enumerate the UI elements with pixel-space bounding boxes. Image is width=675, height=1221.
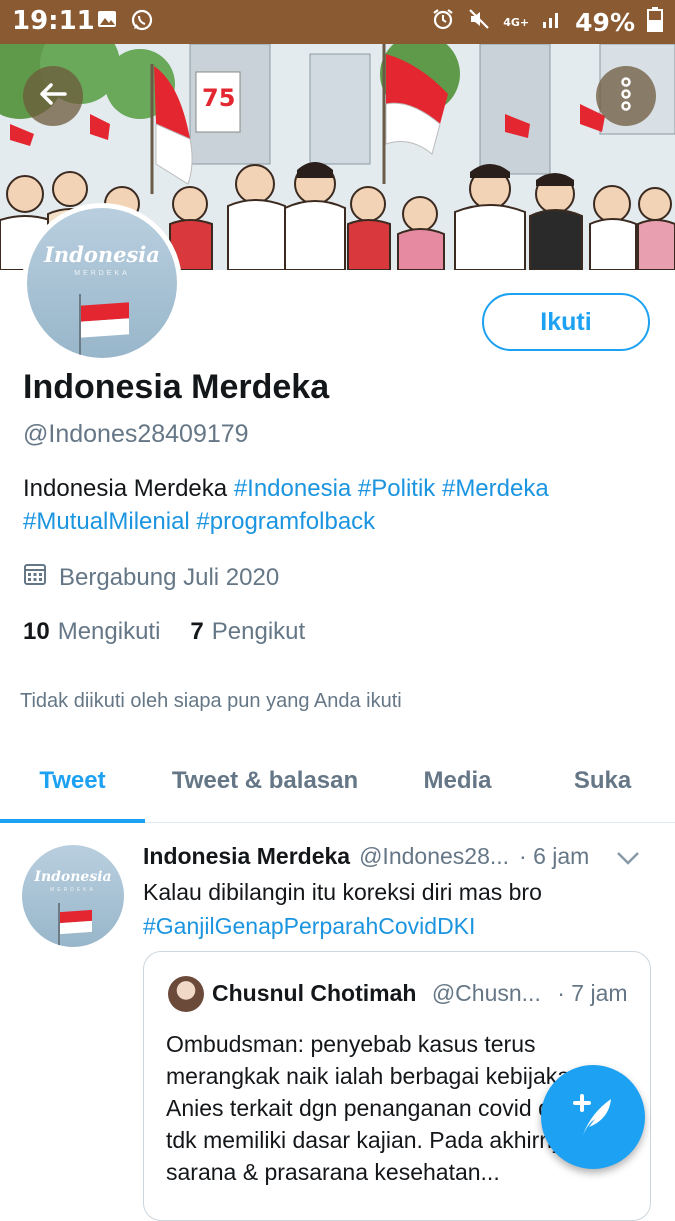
calendar-icon (23, 562, 47, 593)
tweet-time: · 6 jam (519, 843, 590, 869)
profile-handle: @Indones28409179 (23, 420, 249, 448)
avatar-logo-text: Indonesia (44, 242, 160, 267)
tab-media[interactable]: Media (385, 740, 530, 822)
followers-link[interactable]: 7 Pengikut (190, 618, 305, 646)
battery-percent: 49% (575, 7, 635, 37)
arrow-left-icon (37, 78, 69, 115)
svg-text:75: 75 (202, 84, 235, 112)
tweet-body: Kalau dibilangin itu koreksi diri mas br… (143, 879, 542, 905)
bio-text: Indonesia Merdeka (23, 475, 228, 502)
hashtag-link[interactable]: #Politik (358, 475, 435, 502)
tweet-header: Indonesia Merdeka @Indones28... · 6 jam (143, 843, 653, 870)
following-link[interactable]: 10 Mengikuti (23, 618, 160, 646)
followed-by-note: Tidak diikuti oleh siapa pun yang Anda i… (20, 690, 402, 712)
hashtag-link[interactable]: #programfolback (196, 508, 375, 535)
flag-white-stripe (60, 920, 92, 935)
network-type: 4G+ (503, 15, 530, 29)
status-time: 19:11 (12, 6, 95, 36)
following-label: Mengikuti (57, 618, 161, 645)
hashtag-link[interactable]: #MutualMilenial (23, 508, 190, 535)
tweet-handle: @Indones28... (359, 843, 510, 869)
compose-icon (567, 1089, 619, 1146)
whatsapp-icon (130, 8, 154, 38)
alarm-icon (431, 7, 455, 37)
battery-icon (647, 6, 663, 38)
quote-time: · 7 jam (557, 980, 628, 1006)
image-icon (96, 8, 118, 38)
hashtag-link[interactable]: #GanjilGenapPerparahCovidDKI (143, 913, 475, 939)
hashtag-link[interactable]: #Merdeka (442, 475, 549, 502)
follow-stats: 10 Mengikuti 7 Pengikut (23, 618, 305, 646)
profile-tabs: Tweet Tweet & balasan Media Suka (0, 740, 675, 823)
avatar-logo-text: Indonesia (34, 869, 112, 885)
followers-count: 7 (190, 618, 204, 645)
following-count: 10 (23, 618, 50, 645)
signal-icon (541, 8, 563, 36)
joined-label: Bergabung Juli 2020 (59, 563, 280, 591)
quote-author: Chusnul Chotimah (212, 980, 417, 1006)
quote-header: Chusnul Chotimah @Chusn... · 7 jam (212, 980, 628, 1007)
joined-date: Bergabung Juli 2020 (23, 562, 279, 593)
tab-likes[interactable]: Suka (530, 740, 675, 822)
avatar-image: Indonesia MERDEKA (27, 208, 177, 358)
profile-name: Indonesia Merdeka (23, 368, 330, 406)
back-button[interactable] (23, 66, 83, 126)
profile-bio: Indonesia Merdeka #Indonesia #Politik #M… (23, 472, 643, 538)
notification-icons (96, 8, 154, 38)
more-vertical-icon (616, 76, 636, 117)
quote-handle: @Chusn... (431, 980, 541, 1006)
hashtag-link[interactable]: #Indonesia (234, 475, 351, 502)
avatar-logo-subtext: MERDEKA (50, 887, 96, 893)
profile-avatar[interactable]: Indonesia MERDEKA (22, 203, 182, 363)
avatar-logo-subtext: MERDEKA (74, 270, 130, 277)
chevron-down-icon[interactable] (615, 846, 641, 873)
mute-icon (467, 7, 491, 37)
quote-avatar (168, 976, 204, 1012)
tweet-avatar[interactable]: Indonesia MERDEKA (22, 845, 124, 947)
tab-tweet[interactable]: Tweet (0, 740, 145, 823)
followers-label: Pengikut (211, 618, 306, 645)
more-options-button[interactable] (596, 66, 656, 126)
tab-tweet-replies[interactable]: Tweet & balasan (145, 740, 385, 822)
tweet-text: Kalau dibilangin itu koreksi diri mas br… (143, 875, 653, 943)
system-icons: 4G+ 49% (431, 6, 663, 38)
flag-white-stripe (81, 318, 129, 338)
tweet-author[interactable]: Indonesia Merdeka (143, 843, 350, 870)
status-bar: 19:11 4G+ 49% (0, 0, 675, 44)
follow-button[interactable]: Ikuti (482, 293, 650, 351)
compose-tweet-button[interactable] (541, 1065, 645, 1169)
